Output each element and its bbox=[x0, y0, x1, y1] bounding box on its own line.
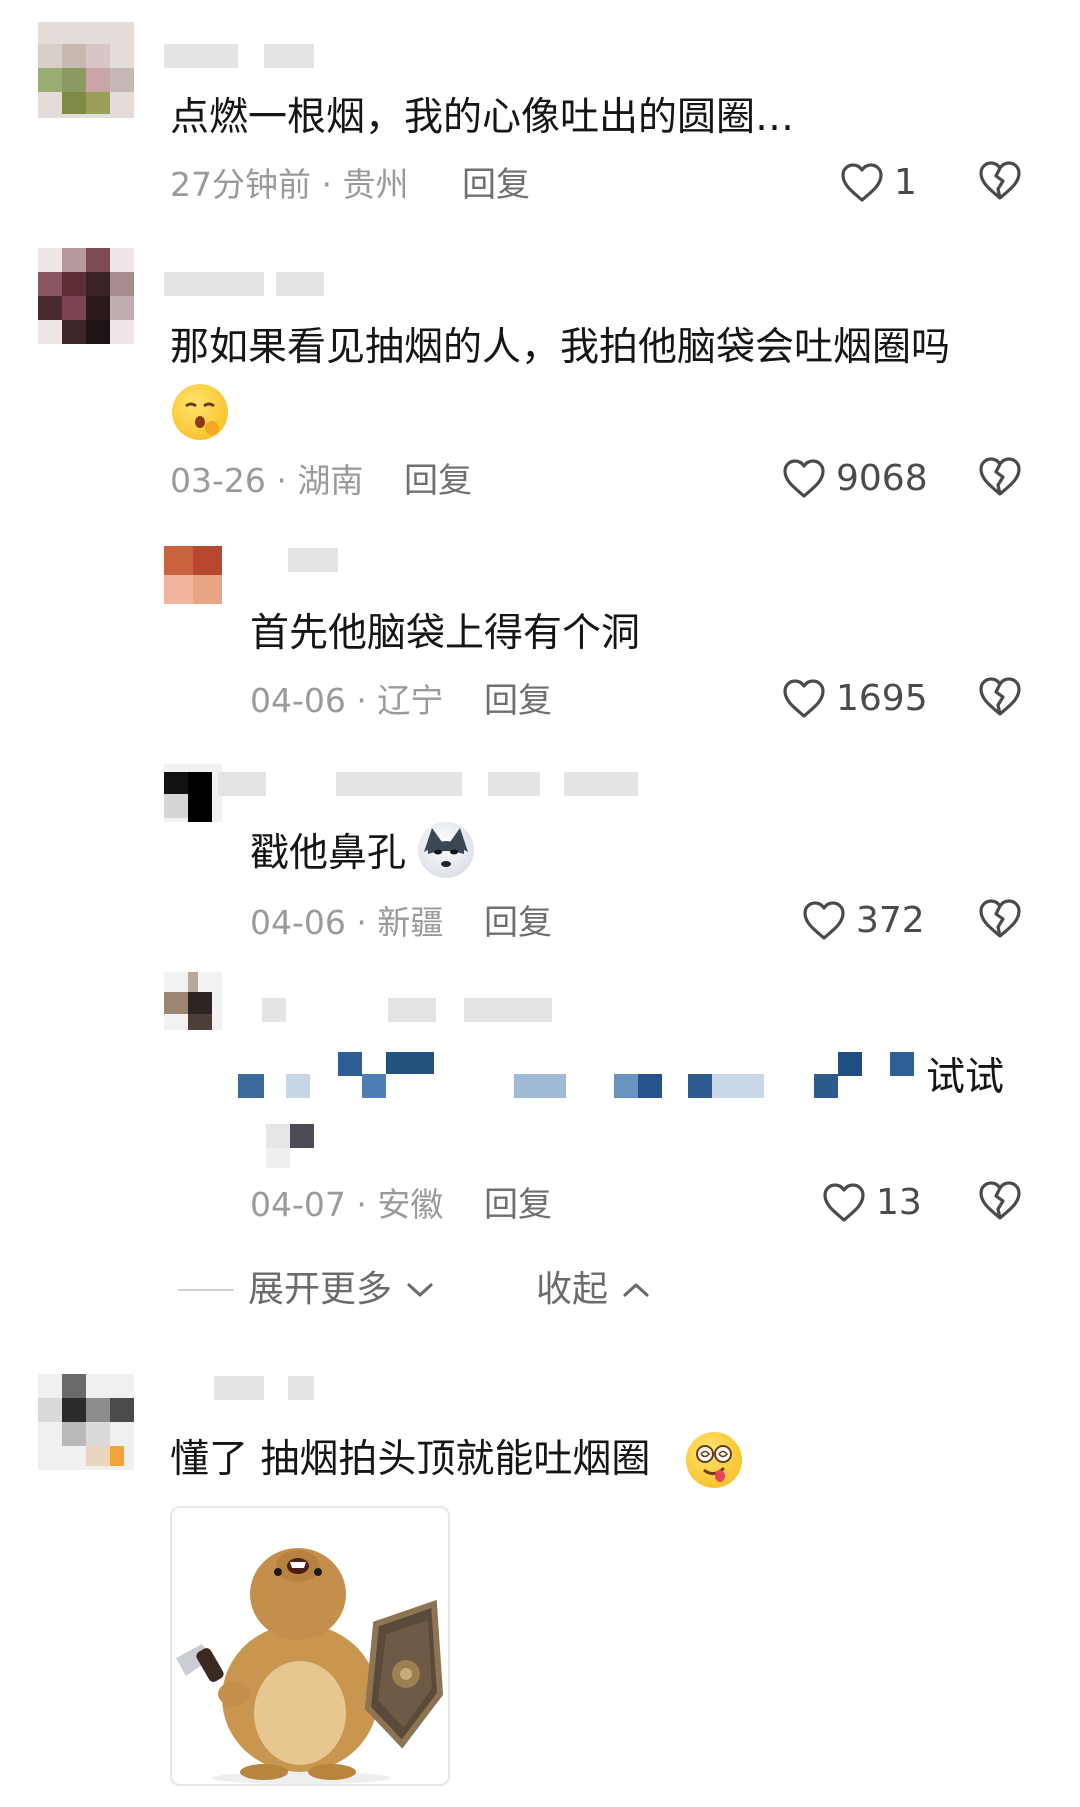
thread-divider bbox=[178, 1289, 234, 1291]
heart-outline-icon bbox=[823, 1183, 865, 1222]
meta-separator: · bbox=[276, 461, 287, 500]
hamster-with-knife-and-shield-sticker[interactable] bbox=[170, 1506, 450, 1786]
meta-separator: · bbox=[356, 681, 367, 720]
comment-text: 那如果看见抽烟的人，我拍他脑袋会吐烟圈吗 bbox=[170, 325, 951, 370]
reply-button[interactable]: 回复 bbox=[484, 678, 552, 724]
reply-text-visible-end: 试试 bbox=[926, 1055, 1005, 1100]
broken-heart-icon bbox=[979, 677, 1021, 716]
like-count: 1 bbox=[894, 162, 917, 203]
comment-text: 点燃一根烟，我的心像吐出的圆圈… bbox=[170, 95, 795, 140]
reply-button[interactable]: 回复 bbox=[484, 1182, 552, 1228]
dislike-button[interactable] bbox=[978, 1180, 1022, 1222]
reply-text-blurred bbox=[238, 1048, 918, 1168]
like-count: 9068 bbox=[836, 458, 928, 499]
reply-button[interactable]: 回复 bbox=[484, 900, 552, 946]
reply-text: 首先他脑袋上得有个洞 bbox=[250, 611, 641, 656]
like-count: 372 bbox=[856, 900, 925, 941]
comment-location: 贵州 bbox=[342, 165, 409, 204]
heart-outline-icon bbox=[803, 901, 845, 940]
broken-heart-icon bbox=[979, 899, 1021, 938]
avatar[interactable] bbox=[164, 546, 222, 604]
reply-time: 04-06 bbox=[250, 681, 346, 720]
comment-text: 懂了 抽烟拍头顶就能吐烟圈 bbox=[170, 1437, 651, 1482]
meta-separator: · bbox=[356, 1185, 367, 1224]
comment-time: 27分钟前 bbox=[170, 165, 311, 204]
broken-heart-icon bbox=[979, 1181, 1021, 1220]
comment-meta: 27分钟前 · 贵州 bbox=[170, 162, 409, 208]
chevron-up-icon bbox=[623, 1283, 649, 1297]
dizzy-face-emoji bbox=[686, 1432, 742, 1488]
heart-outline-icon bbox=[783, 459, 825, 498]
like-button[interactable]: 13 bbox=[822, 1180, 922, 1226]
like-button[interactable]: 9068 bbox=[782, 456, 928, 502]
reply-location: 安徽 bbox=[377, 1185, 444, 1224]
collapse-button[interactable]: 收起 bbox=[536, 1266, 650, 1314]
like-button[interactable]: 372 bbox=[802, 898, 925, 944]
collapse-label: 收起 bbox=[536, 1269, 609, 1310]
comment-time: 03-26 bbox=[170, 461, 266, 500]
reply-text: 戳他鼻孔 bbox=[250, 831, 407, 876]
expand-more-button[interactable]: 展开更多 bbox=[178, 1266, 434, 1314]
heart-outline-icon bbox=[783, 679, 825, 718]
reply-button[interactable]: 回复 bbox=[404, 458, 472, 504]
like-count: 1695 bbox=[836, 678, 928, 719]
husky-emoji bbox=[418, 822, 474, 878]
avatar[interactable] bbox=[38, 22, 134, 118]
comment-section: 点燃一根烟，我的心像吐出的圆圈… 27分钟前 · 贵州 回复 1 那如果看见抽烟… bbox=[0, 0, 1080, 1807]
dislike-button[interactable] bbox=[978, 456, 1022, 498]
avatar[interactable] bbox=[38, 1374, 134, 1470]
like-button[interactable]: 1 bbox=[840, 160, 917, 206]
comment-location: 湖南 bbox=[297, 461, 364, 500]
reply-location: 新疆 bbox=[377, 903, 444, 942]
comment-meta: 03-26 · 湖南 bbox=[170, 458, 363, 504]
avatar[interactable] bbox=[38, 248, 134, 344]
hushed-face-emoji bbox=[172, 384, 228, 440]
dislike-button[interactable] bbox=[978, 676, 1022, 718]
reply-time: 04-06 bbox=[250, 903, 346, 942]
reply-meta: 04-06 · 辽宁 bbox=[250, 678, 443, 724]
dislike-button[interactable] bbox=[978, 898, 1022, 940]
like-count: 13 bbox=[876, 1182, 922, 1223]
broken-heart-icon bbox=[979, 457, 1021, 496]
avatar[interactable] bbox=[164, 764, 222, 822]
reply-meta: 04-06 · 新疆 bbox=[250, 900, 443, 946]
avatar[interactable] bbox=[164, 972, 222, 1030]
reply-button[interactable]: 回复 bbox=[462, 162, 530, 208]
meta-separator: · bbox=[356, 903, 367, 942]
expand-more-label: 展开更多 bbox=[248, 1269, 393, 1310]
heart-outline-icon bbox=[841, 163, 883, 202]
reply-time: 04-07 bbox=[250, 1185, 346, 1224]
dislike-button[interactable] bbox=[978, 160, 1022, 202]
reply-location: 辽宁 bbox=[377, 681, 444, 720]
chevron-down-icon bbox=[407, 1283, 433, 1297]
broken-heart-icon bbox=[979, 161, 1021, 200]
like-button[interactable]: 1695 bbox=[782, 676, 928, 722]
meta-separator: · bbox=[321, 165, 333, 204]
reply-meta: 04-07 · 安徽 bbox=[250, 1182, 443, 1228]
